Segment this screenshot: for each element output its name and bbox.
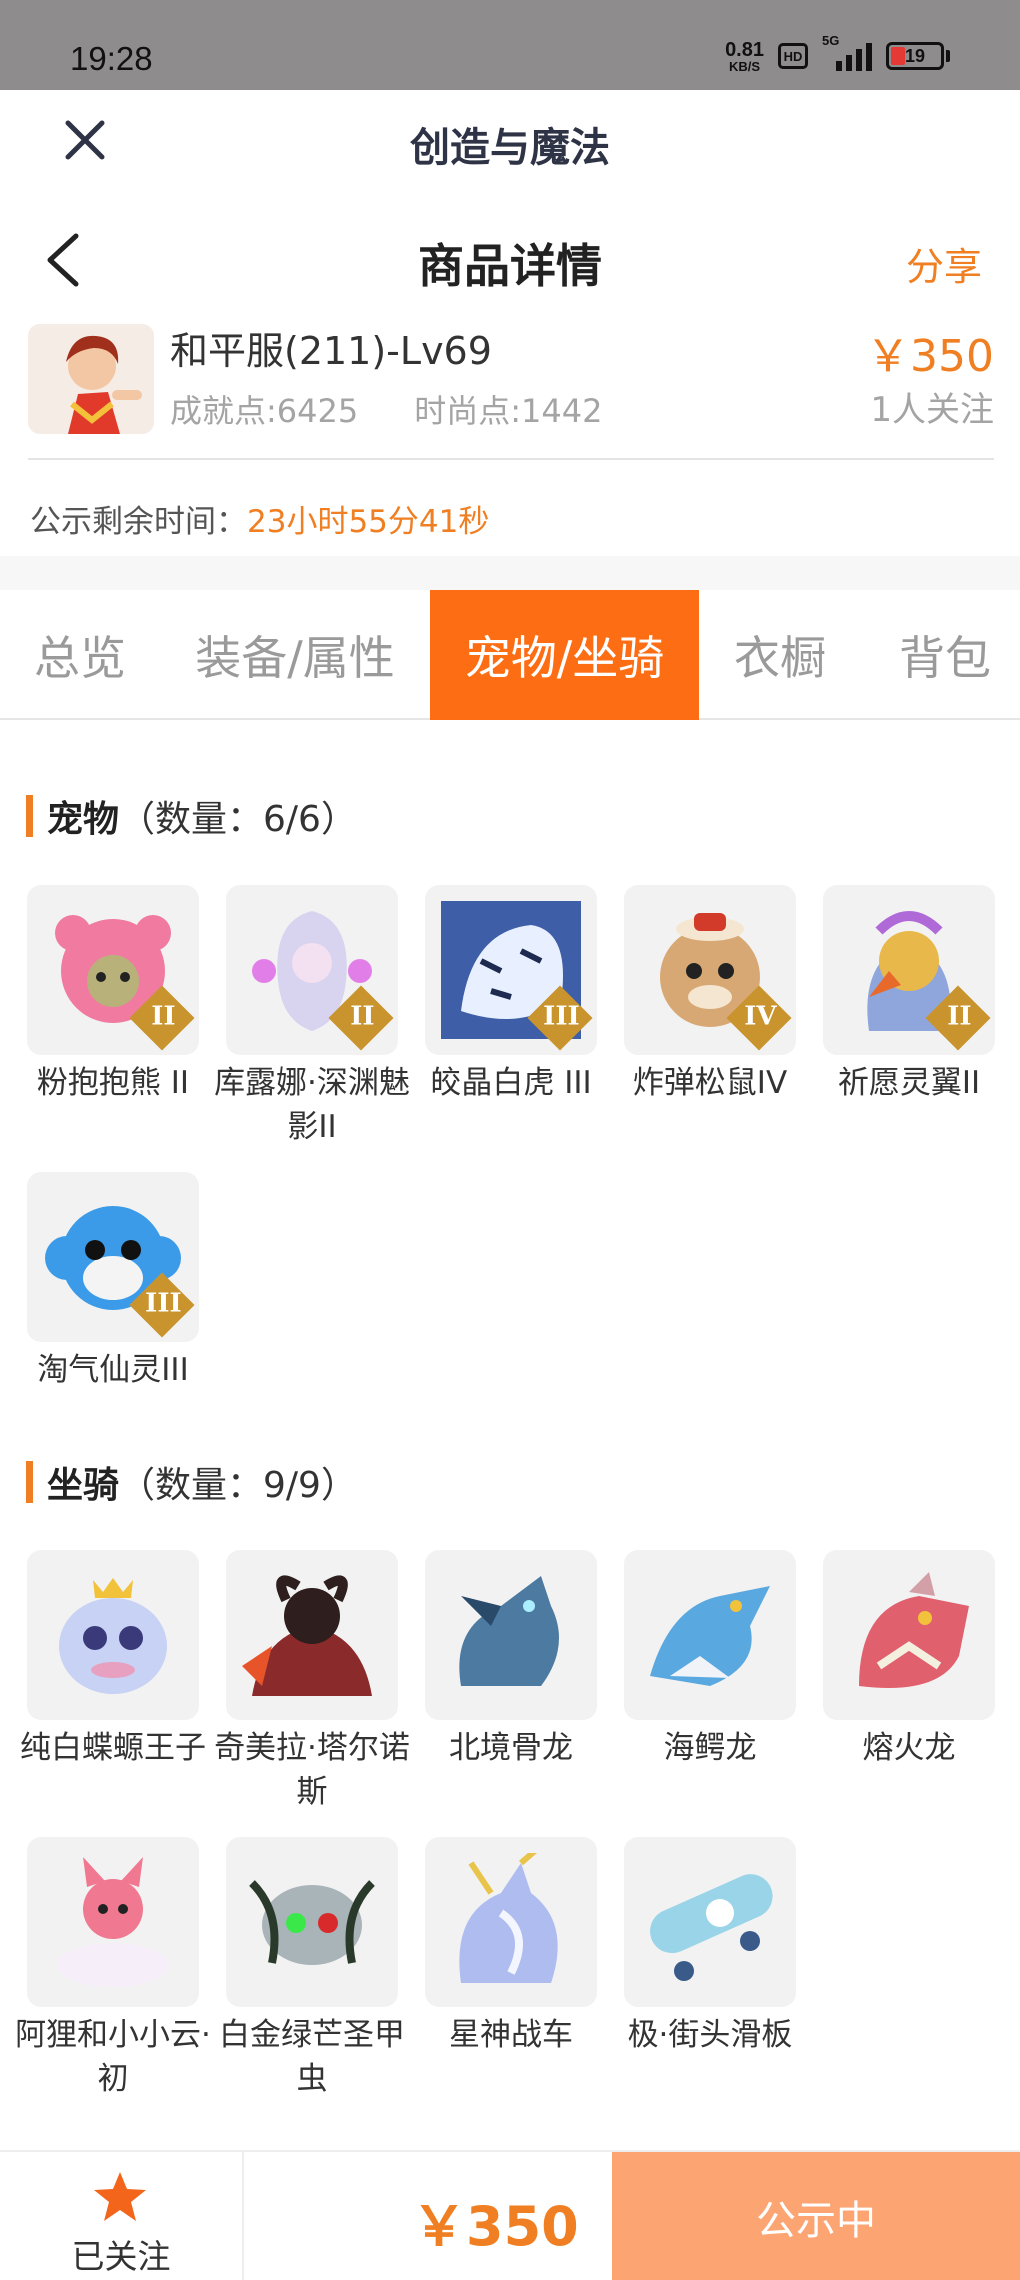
mount-item[interactable]: 阿狸和小小云·初 bbox=[15, 1837, 211, 2101]
mount-thumbnail bbox=[27, 1550, 199, 1720]
pet-name: 炸弹松鼠IV bbox=[632, 1065, 788, 1101]
mount-thumbnail bbox=[624, 1550, 796, 1720]
mount-item[interactable]: 熔火龙 bbox=[823, 1550, 995, 1770]
mount-thumbnail bbox=[226, 1837, 398, 2007]
star-icon bbox=[94, 2172, 146, 2221]
product-price: ￥350 bbox=[866, 331, 994, 382]
pet-name: 皎晶白虎 III bbox=[430, 1065, 592, 1101]
pet-name: 粉抱抱熊 II bbox=[36, 1065, 190, 1101]
pet-item[interactable]: II 库露娜·深渊魅影II bbox=[214, 885, 410, 1149]
mount-thumbnail bbox=[27, 1837, 199, 2007]
pet-name: 祈愿灵翼II bbox=[837, 1065, 981, 1101]
pets-title: 宠物 bbox=[47, 799, 120, 840]
pet-item[interactable]: IV 炸弹松鼠IV bbox=[624, 885, 796, 1105]
achievement-points: 成就点:6425 bbox=[170, 392, 359, 430]
mount-name: 星神战车 bbox=[449, 2017, 573, 2053]
app-title: 创造与魔法 bbox=[410, 125, 610, 171]
tab-bar: 总览 装备/属性 宠物/坐骑 衣橱 背包 bbox=[0, 590, 1020, 720]
mount-name: 白金绿芒圣甲虫 bbox=[219, 2017, 405, 2097]
mount-item[interactable]: 白金绿芒圣甲虫 bbox=[219, 1837, 405, 2101]
pet-item[interactable]: III 皎晶白虎 III bbox=[425, 885, 597, 1105]
pet-thumbnail: III bbox=[27, 1172, 199, 1342]
mount-name: 纯白蝶螈王子 bbox=[20, 1730, 206, 1766]
mount-item[interactable]: 海鳄龙 bbox=[624, 1550, 796, 1770]
share-button[interactable]: 分享 bbox=[906, 236, 982, 291]
pets-count: （数量：6/6） bbox=[119, 799, 357, 840]
network-speed: 0.81 KB/S bbox=[725, 40, 764, 73]
pet-thumbnail: III bbox=[425, 885, 597, 1055]
mount-thumbnail bbox=[624, 1837, 796, 2007]
hd-icon: HD bbox=[778, 43, 808, 69]
divider bbox=[0, 556, 1020, 590]
pet-item[interactable]: III 淘气仙灵III bbox=[27, 1172, 199, 1392]
product-name: 和平服(211)-Lv69 bbox=[170, 329, 492, 373]
network-type: 5G bbox=[822, 33, 840, 48]
mounts-section-title: 坐骑 （数量：9/9） bbox=[26, 1456, 357, 1508]
mount-item[interactable]: 极·街头滑板 bbox=[624, 1837, 796, 2057]
battery-level: 19 bbox=[904, 45, 926, 66]
fashion-points: 时尚点:1442 bbox=[414, 392, 603, 430]
tab-wardrobe[interactable]: 衣橱 bbox=[710, 590, 850, 720]
mount-thumbnail bbox=[823, 1550, 995, 1720]
mount-item[interactable]: 星神战车 bbox=[425, 1837, 597, 2057]
tab-pets-mounts[interactable]: 宠物/坐骑 bbox=[430, 590, 699, 720]
pets-section-title: 宠物 （数量：6/6） bbox=[26, 790, 357, 842]
network-speed-unit: KB/S bbox=[729, 58, 761, 74]
product-card: 和平服(211)-Lv69 成就点:6425 时尚点:1442 ￥350 1人关… bbox=[28, 320, 994, 460]
pet-thumbnail: II bbox=[226, 885, 398, 1055]
mount-thumbnail bbox=[425, 1837, 597, 2007]
follow-label: 已关注 bbox=[71, 2237, 171, 2276]
battery-icon: 19 bbox=[886, 42, 950, 70]
status-bar: 19:28 0.81 KB/S HD 5G 19 bbox=[0, 0, 1020, 90]
mount-name: 海鳄龙 bbox=[663, 1730, 757, 1766]
status-time: 19:28 bbox=[70, 40, 153, 77]
tab-equipment[interactable]: 装备/属性 bbox=[170, 590, 420, 720]
countdown-value: 23小时55分41秒 bbox=[247, 504, 490, 540]
bottom-action-bar: 已关注 ￥350 公示中 bbox=[0, 2150, 1020, 2280]
mount-name: 极·街头滑板 bbox=[627, 2017, 793, 2053]
mounts-count: （数量：9/9） bbox=[119, 1465, 357, 1506]
mount-name: 熔火龙 bbox=[862, 1730, 956, 1766]
mount-thumbnail bbox=[226, 1550, 398, 1720]
section-accent-bar bbox=[26, 795, 33, 837]
mount-item[interactable]: 北境骨龙 bbox=[425, 1550, 597, 1770]
app-title-bar: 创造与魔法 bbox=[0, 90, 1020, 190]
mount-name: 阿狸和小小云·初 bbox=[15, 2017, 211, 2097]
section-accent-bar bbox=[26, 1461, 33, 1503]
mount-name: 北境骨龙 bbox=[449, 1730, 573, 1766]
tab-overview[interactable]: 总览 bbox=[0, 590, 160, 720]
signal-icon: 5G bbox=[822, 33, 872, 71]
pet-thumbnail: II bbox=[823, 885, 995, 1055]
countdown: 公示剩余时间：23小时55分41秒 bbox=[30, 496, 489, 541]
mounts-title: 坐骑 bbox=[47, 1465, 120, 1506]
mount-name: 奇美拉·塔尔诺斯 bbox=[214, 1730, 410, 1810]
bottom-price: ￥350 bbox=[412, 2195, 579, 2258]
mount-item[interactable]: 奇美拉·塔尔诺斯 bbox=[214, 1550, 410, 1814]
pet-name: 淘气仙灵III bbox=[37, 1352, 189, 1388]
product-stats: 成就点:6425 时尚点:1442 bbox=[170, 386, 602, 432]
character-avatar bbox=[28, 324, 154, 434]
mount-item[interactable]: 纯白蝶螈王子 bbox=[20, 1550, 206, 1770]
follower-count: 1人关注 bbox=[870, 390, 994, 430]
pet-thumbnail: II bbox=[27, 885, 199, 1055]
pet-item[interactable]: II 祈愿灵翼II bbox=[823, 885, 995, 1105]
page-header: 商品详情 分享 bbox=[0, 200, 1020, 310]
follow-button[interactable]: 已关注 bbox=[0, 2152, 244, 2280]
pet-thumbnail: IV bbox=[624, 885, 796, 1055]
network-speed-value: 0.81 bbox=[725, 38, 764, 61]
pet-item[interactable]: II 粉抱抱熊 II bbox=[27, 885, 199, 1105]
status-icons: 0.81 KB/S HD 5G 19 bbox=[725, 33, 950, 76]
page-title: 商品详情 bbox=[418, 239, 602, 293]
status-button[interactable]: 公示中 bbox=[612, 2152, 1020, 2280]
mount-thumbnail bbox=[425, 1550, 597, 1720]
tab-backpack[interactable]: 背包 bbox=[870, 590, 1020, 720]
pet-name: 库露娜·深渊魅影II bbox=[214, 1065, 410, 1145]
countdown-label: 公示剩余时间： bbox=[30, 504, 247, 540]
